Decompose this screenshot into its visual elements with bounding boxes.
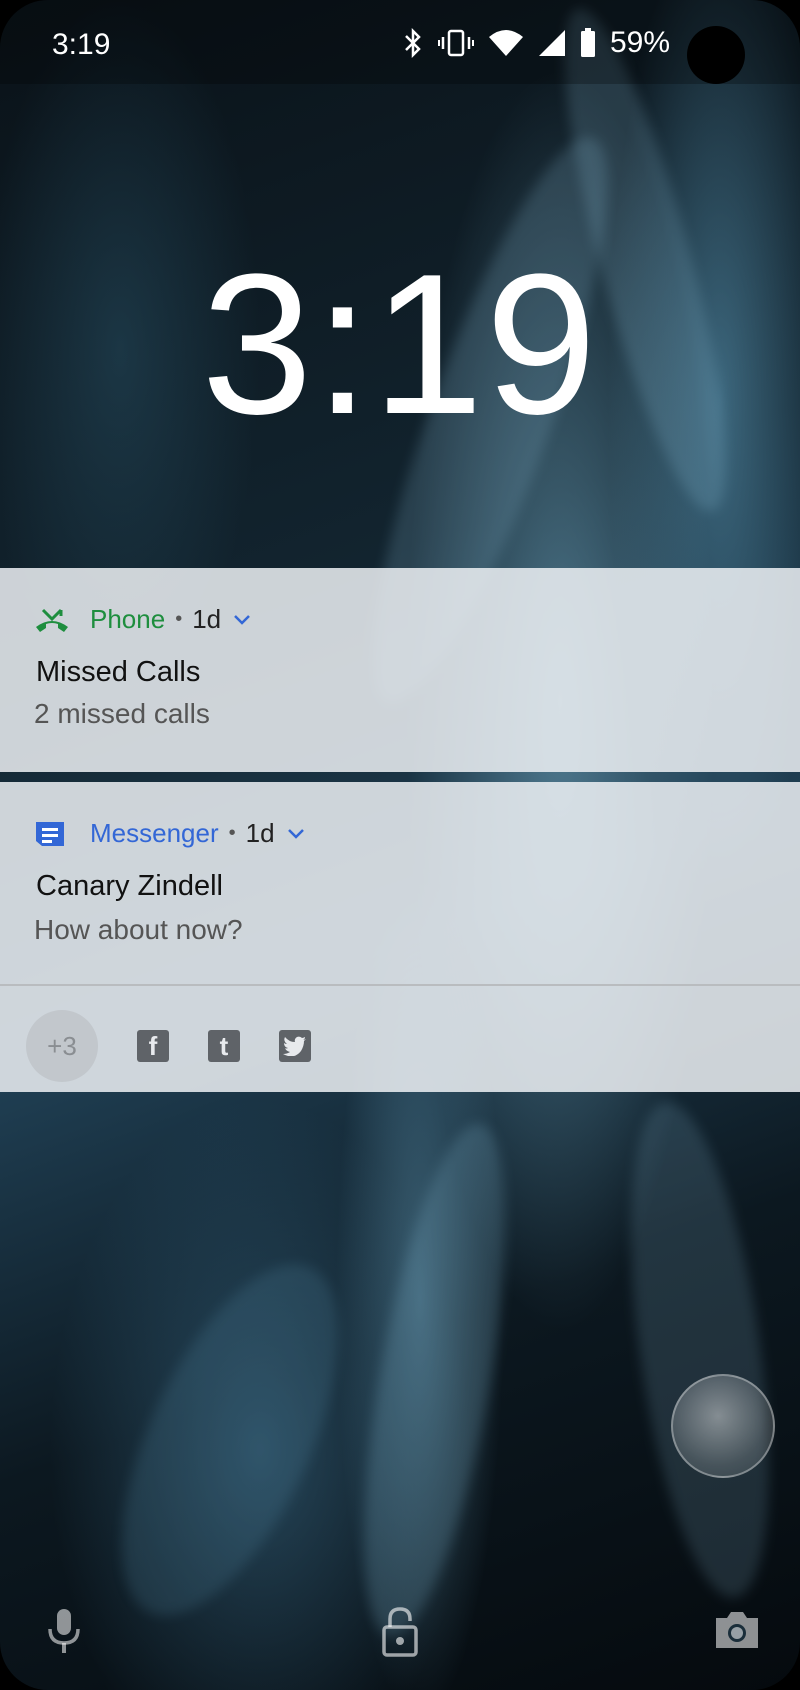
notification-header: Phone • 1d — [34, 604, 251, 635]
wifi-icon — [488, 29, 524, 57]
notification-phone[interactable]: Phone • 1d Missed Calls 2 missed calls — [0, 568, 800, 772]
microphone-icon[interactable] — [44, 1606, 84, 1656]
separator-dot: • — [175, 608, 183, 630]
twitter-icon[interactable] — [279, 1030, 311, 1062]
notification-header: Messenger • 1d — [34, 818, 305, 849]
lock-clock: 3:19 — [201, 233, 599, 456]
notification-text: 2 missed calls — [34, 698, 210, 729]
battery-percent: 59% — [609, 26, 670, 59]
lock-icon[interactable] — [380, 1604, 420, 1658]
notification-app-name: Phone — [90, 604, 166, 634]
notification-title: Canary Zindell — [36, 870, 223, 902]
chevron-down-icon[interactable] — [287, 828, 305, 840]
missed-call-icon — [34, 605, 72, 635]
notification-age: 1d — [192, 604, 222, 634]
wallpaper-wave — [335, 1114, 535, 1646]
chevron-down-icon[interactable] — [233, 614, 251, 626]
facebook-icon[interactable]: f — [137, 1030, 169, 1062]
assistant-bubble[interactable] — [671, 1374, 775, 1478]
more-notifications-badge[interactable]: +3 — [26, 1010, 98, 1082]
notification-age: 1d — [245, 818, 275, 848]
bluetooth-icon — [402, 28, 424, 58]
cell-signal-icon — [538, 29, 566, 57]
wallpaper-wave — [77, 1233, 383, 1647]
lock-screen: 3:19 59% 3:19 Phone • 1d Missed Calls 2 … — [0, 0, 800, 1690]
status-bar: 3:19 59% — [0, 0, 800, 84]
vibrate-icon — [437, 28, 474, 58]
wallpaper-wave — [605, 1094, 795, 1606]
message-icon — [34, 819, 72, 849]
front-camera-cutout — [687, 26, 745, 84]
notification-overflow-row[interactable]: +3 f t — [0, 986, 800, 1092]
status-time: 3:19 — [52, 28, 111, 61]
status-icons: 59% — [402, 26, 670, 60]
notification-app-name: Messenger — [90, 818, 219, 848]
notification-title: Missed Calls — [36, 656, 201, 688]
notification-text: How about now? — [34, 914, 243, 945]
separator-dot: • — [228, 822, 236, 844]
notification-messenger[interactable]: Messenger • 1d Canary Zindell How about … — [0, 782, 800, 1092]
tumblr-icon[interactable]: t — [208, 1030, 240, 1062]
battery-icon — [580, 28, 596, 58]
camera-icon[interactable] — [714, 1608, 760, 1652]
